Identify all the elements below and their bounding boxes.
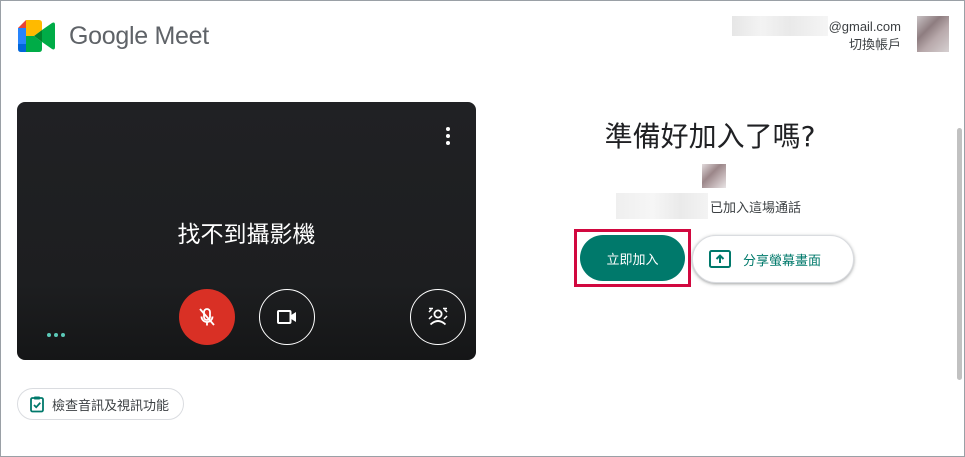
mic-off-icon [199, 308, 215, 326]
blurred-participant-name [616, 193, 708, 219]
clipboard-check-icon [30, 396, 44, 413]
ready-to-join-title: 準備好加入了嗎? [604, 120, 816, 153]
meet-logo-icon [18, 20, 55, 52]
more-vert-icon-dot [446, 141, 450, 145]
account-email-suffix: @gmail.com [828, 18, 901, 34]
app-name: Google Meet [69, 21, 209, 50]
camera-toggle-button[interactable] [259, 289, 315, 345]
check-audio-video-button[interactable]: 檢查音訊及視訊功能 [17, 388, 185, 420]
participant-avatar [702, 164, 726, 188]
google-meet-logo[interactable]: Google Meet [18, 20, 209, 52]
visual-effects-icon [428, 307, 448, 326]
blurred-email-username [731, 16, 828, 36]
camera-not-found-message: 找不到攝影機 [177, 222, 316, 248]
videocam-icon [277, 310, 296, 324]
microphone-toggle-button[interactable] [179, 289, 235, 345]
present-to-all-icon [709, 250, 731, 268]
audio-level-indicator [47, 333, 65, 337]
account-info: @gmail.com 切換帳戶 [731, 16, 901, 53]
more-vert-icon-dot [446, 134, 450, 138]
present-screen-button[interactable]: 分享螢幕畫面 [692, 235, 854, 283]
visual-effects-button[interactable] [410, 289, 466, 345]
join-now-button[interactable]: 立即加入 [580, 235, 685, 281]
joined-text: 已加入這場通話 [710, 200, 802, 216]
audio-level-dot [47, 333, 51, 337]
joined-participants-row: 已加入這場通話 [616, 193, 801, 219]
switch-account-link[interactable]: 切換帳戶 [732, 36, 901, 53]
video-preview: 找不到攝影機 [17, 102, 476, 360]
audio-level-dot [54, 333, 58, 337]
present-screen-label: 分享螢幕畫面 [743, 253, 822, 269]
account-avatar[interactable] [917, 16, 949, 52]
check-audio-video-label: 檢查音訊及視訊功能 [52, 398, 170, 414]
more-options-button[interactable] [438, 124, 458, 148]
page-scrollbar[interactable] [954, 0, 964, 457]
more-vert-icon [446, 127, 450, 131]
scrollbar-thumb[interactable] [957, 128, 962, 380]
audio-level-dot [61, 333, 65, 337]
